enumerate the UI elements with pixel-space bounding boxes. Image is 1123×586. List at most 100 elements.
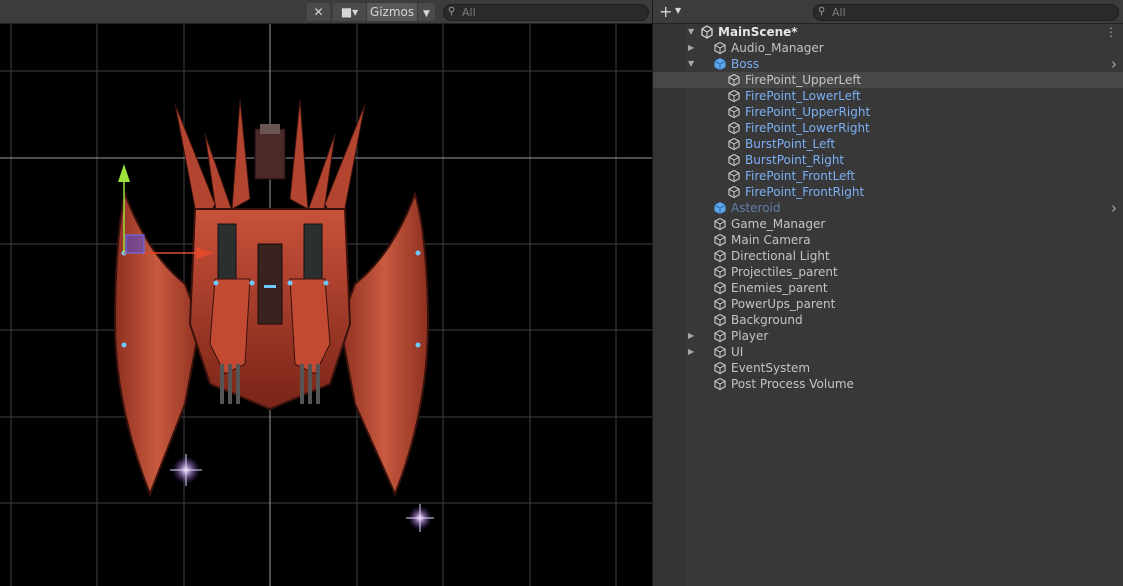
hierarchy-item-label: FirePoint_UpperLeft [745, 73, 862, 87]
hierarchy-item-label: FirePoint_UpperRight [745, 105, 871, 119]
hierarchy-item-label: Post Process Volume [731, 377, 854, 391]
scene-root-row[interactable]: ▼ MainScene* ⋮ [653, 24, 1123, 40]
collapse-arrow-icon[interactable]: ▶ [688, 344, 694, 360]
cube-icon [728, 185, 740, 199]
cube-icon [714, 281, 726, 295]
hierarchy-item[interactable]: Directional Light [653, 248, 1123, 264]
cube-icon [714, 297, 726, 311]
hierarchy-item-label: BurstPoint_Left [745, 137, 836, 151]
hierarchy-item-label: Projectiles_parent [731, 265, 838, 279]
cube-icon [714, 345, 726, 359]
cube-icon [714, 41, 726, 55]
hierarchy-item[interactable]: Background [653, 312, 1123, 328]
hierarchy-item-label: BurstPoint_Right [745, 153, 845, 167]
hierarchy-item[interactable]: FirePoint_LowerRight [653, 120, 1123, 136]
hierarchy-item-label: Asteroid [731, 201, 781, 215]
expand-arrow-icon[interactable]: ▼ [688, 24, 694, 40]
hierarchy-item[interactable]: Enemies_parent [653, 280, 1123, 296]
cube-icon [714, 313, 726, 327]
more-options-icon[interactable]: ⋮ [1105, 24, 1117, 40]
hierarchy-item[interactable]: Projectiles_parent [653, 264, 1123, 280]
hierarchy-item-label: FirePoint_LowerRight [745, 121, 870, 135]
collapse-arrow-icon[interactable]: ▶ [688, 328, 694, 344]
hierarchy-item[interactable]: FirePoint_UpperLeft [653, 72, 1123, 88]
cube-icon [714, 361, 726, 375]
add-object-button[interactable]: + ▼ [659, 3, 685, 21]
gizmos-button[interactable]: Gizmos [367, 3, 417, 21]
prefab-cube-icon [714, 202, 726, 214]
hierarchy-item-label: PowerUps_parent [731, 297, 836, 311]
hierarchy-item-label: Directional Light [731, 249, 830, 263]
cube-icon [728, 89, 740, 103]
hierarchy-item[interactable]: FirePoint_FrontRight [653, 184, 1123, 200]
hierarchy-item[interactable]: Game_Manager [653, 216, 1123, 232]
collapse-arrow-icon[interactable]: ▶ [688, 40, 694, 56]
hierarchy-item[interactable]: Post Process Volume [653, 376, 1123, 392]
plus-icon: + [659, 2, 673, 21]
hierarchy-item-label: FirePoint_LowerLeft [745, 89, 861, 103]
gizmos-dropdown[interactable]: ▼ [418, 3, 435, 21]
hierarchy-item-label: FirePoint_FrontRight [745, 185, 865, 199]
chevron-down-icon: ▼ [423, 9, 430, 19]
cube-icon [714, 329, 726, 343]
cube-icon [714, 265, 726, 279]
hierarchy-item-label: EventSystem [731, 361, 811, 375]
hierarchy-item[interactable]: BurstPoint_Left [653, 136, 1123, 152]
unity-scene-icon [701, 25, 713, 39]
scene-name: MainScene* [718, 25, 798, 39]
cube-icon [728, 73, 740, 87]
hierarchy-item[interactable]: ▶ Player [653, 328, 1123, 344]
search-icon: ⚲ [448, 6, 456, 17]
open-prefab-icon[interactable]: › [1111, 56, 1117, 72]
hierarchy-item[interactable]: FirePoint_LowerLeft [653, 88, 1123, 104]
hierarchy-item-label: Enemies_parent [731, 281, 828, 295]
cube-icon [714, 377, 726, 391]
cube-icon [728, 137, 740, 151]
scene-search-placeholder: All [462, 6, 476, 19]
hierarchy-search-placeholder: All [832, 6, 846, 19]
hierarchy-tree: ▼ MainScene* ⋮ ▶ Audio_Manager ▼ Boss › FireP… [653, 24, 1123, 586]
tools-button[interactable]: ✕ [307, 3, 330, 21]
hierarchy-item-label: UI [731, 345, 744, 359]
open-prefab-icon[interactable]: › [1111, 200, 1117, 216]
prefab-cube-icon [714, 58, 726, 70]
hierarchy-item-label: Game_Manager [731, 217, 826, 231]
cube-icon [714, 249, 726, 263]
hierarchy-item-label: Player [731, 329, 769, 343]
hierarchy-item-label: Audio_Manager [731, 41, 824, 55]
hierarchy-item[interactable]: ▶ UI [653, 344, 1123, 360]
cube-icon [728, 121, 740, 135]
xy-plane-handle[interactable] [125, 234, 145, 254]
hierarchy-panel: + ▼ ⚲ All ▼ MainScene* ⋮ ▶ Audio_Manager ▼… [653, 0, 1123, 586]
expand-arrow-icon[interactable]: ▼ [688, 56, 694, 72]
hierarchy-item[interactable]: ▼ Boss › [653, 56, 1123, 72]
scene-canvas[interactable] [0, 24, 652, 586]
hierarchy-item[interactable]: FirePoint_UpperRight [653, 104, 1123, 120]
hierarchy-item[interactable]: EventSystem [653, 360, 1123, 376]
hierarchy-item-label: Boss [731, 57, 760, 71]
scene-search-input[interactable]: ⚲ All [443, 4, 649, 21]
hierarchy-item[interactable]: ▶ Audio_Manager [653, 40, 1123, 56]
hierarchy-item-label: Main Camera [731, 233, 811, 247]
tools-icon: ✕ [313, 5, 324, 19]
scene-view[interactable]: ✕ ■▾ Gizmos ▼ ⚲ All [0, 0, 652, 586]
hierarchy-item[interactable]: BurstPoint_Right [653, 152, 1123, 168]
search-icon: ⚲ [818, 6, 826, 17]
cube-icon [728, 153, 740, 167]
chevron-down-icon: ▼ [675, 6, 682, 15]
cube-icon [728, 105, 740, 119]
camera-icon: ■▾ [340, 5, 359, 19]
hierarchy-item[interactable]: FirePoint_FrontLeft [653, 168, 1123, 184]
scene-toolbar: ✕ ■▾ Gizmos ▼ ⚲ All [0, 0, 652, 24]
cube-icon [714, 217, 726, 231]
hierarchy-item-label: Background [731, 313, 803, 327]
cube-icon [728, 169, 740, 183]
hierarchy-item-label: FirePoint_FrontLeft [745, 169, 856, 183]
hierarchy-item[interactable]: Main Camera [653, 232, 1123, 248]
hierarchy-toolbar: + ▼ ⚲ All [653, 0, 1123, 24]
camera-button[interactable]: ■▾ [333, 3, 366, 21]
hierarchy-item[interactable]: PowerUps_parent [653, 296, 1123, 312]
hierarchy-search-input[interactable]: ⚲ All [813, 4, 1119, 21]
cube-icon [714, 233, 726, 247]
hierarchy-item[interactable]: Asteroid › [653, 200, 1123, 216]
